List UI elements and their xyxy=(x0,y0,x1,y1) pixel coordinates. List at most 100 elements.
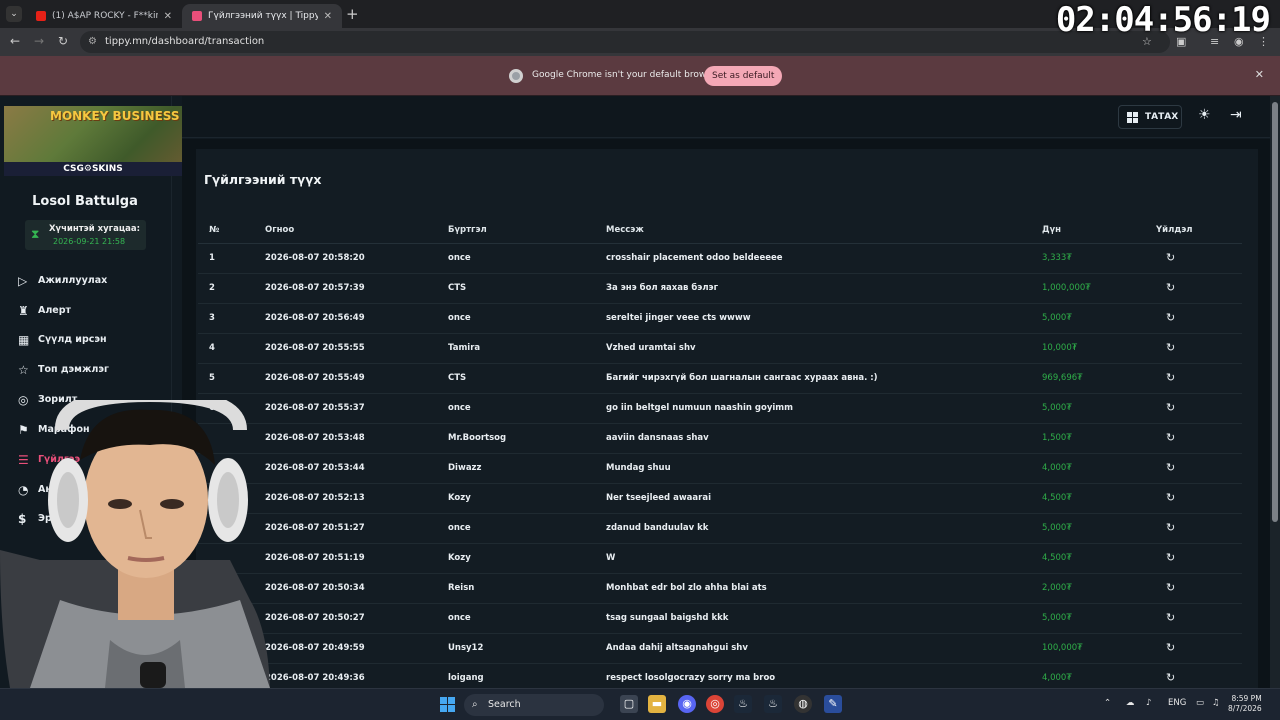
replay-alert-icon[interactable]: ↻ xyxy=(1166,341,1175,354)
taskbar-date: 8/7/2026 xyxy=(1228,704,1262,713)
replay-alert-icon[interactable]: ↻ xyxy=(1166,371,1175,384)
close-infobar-icon[interactable]: ✕ xyxy=(1255,68,1264,81)
subscription-date: 2026-09-21 21:58 xyxy=(53,237,126,246)
replay-alert-icon[interactable]: ↻ xyxy=(1166,281,1175,294)
replay-alert-icon[interactable]: ↻ xyxy=(1166,641,1175,654)
table-row: 1 2026-08-07 20:58:20 once crosshair placem… xyxy=(198,244,1242,274)
page-title: Гүйлгээний түүх xyxy=(204,172,322,187)
row-account: Kozy xyxy=(448,553,471,563)
download-button[interactable]: ТАТАХ xyxy=(1118,105,1182,129)
row-message: За энэ бол яахав бэлэг xyxy=(606,283,719,293)
replay-alert-icon[interactable]: ↻ xyxy=(1166,461,1175,474)
file-explorer-icon[interactable]: ▬ xyxy=(648,695,666,713)
sidebar-item-recent[interactable]: ▦ Сүүлд ирсэн xyxy=(18,330,107,350)
column-header-account[interactable]: Бүртгэл xyxy=(448,225,487,235)
row-message: Andaa dahij altsagnahgui shv xyxy=(606,643,748,653)
sidebar-item-label: Сүүлд ирсэн xyxy=(38,334,107,345)
discord-icon[interactable]: ◉ xyxy=(678,695,696,713)
column-header-message: Мессэж xyxy=(606,225,644,235)
theme-toggle-sun-icon[interactable]: ☀ xyxy=(1198,107,1211,123)
column-header-action: Үйлдэл xyxy=(1156,225,1193,235)
taskbar-time: 8:59 PM xyxy=(1231,694,1262,703)
row-amount: 5,000₮ xyxy=(1042,613,1072,623)
column-header-amount[interactable]: Дүн xyxy=(1042,225,1061,235)
taskbar-clock[interactable]: 8:59 PM 8/7/2026 xyxy=(1228,694,1262,714)
row-date: 2026-08-07 20:56:49 xyxy=(265,313,365,323)
row-message: crosshair placement odoo beldeeeee xyxy=(606,253,783,263)
browser-tab[interactable]: (1) A$AP ROCKY - F**kin' Probl... ✕ xyxy=(26,4,182,28)
row-message: W xyxy=(606,553,616,563)
table-row: 2026-08-07 20:53:48 Mr.Boortsog aaviin dan… xyxy=(198,424,1242,454)
replay-alert-icon[interactable]: ↻ xyxy=(1166,551,1175,564)
replay-alert-icon[interactable]: ↻ xyxy=(1166,611,1175,624)
address-bar[interactable]: ⚙ tippy.mn/dashboard/transaction xyxy=(80,31,1170,53)
row-number: 1 xyxy=(209,253,215,263)
main-content: Гүйлгээний түүх № Огноо Бүртгэл Мессэж Д… xyxy=(182,139,1270,694)
scrollbar-thumb[interactable] xyxy=(1272,102,1278,522)
app-icon[interactable]: ✎ xyxy=(824,695,842,713)
url-text: tippy.mn/dashboard/transaction xyxy=(105,36,265,47)
table-row: 2026-08-07 20:52:13 Kozy Ner tseejleed awa… xyxy=(198,484,1242,514)
row-account: once xyxy=(448,613,471,623)
volume-icon[interactable]: ♫ xyxy=(1212,698,1220,708)
chrome-icon[interactable]: ◎ xyxy=(706,695,724,713)
steam-alt-icon[interactable]: ♨ xyxy=(764,695,782,713)
reload-icon[interactable]: ↻ xyxy=(58,34,68,48)
search-placeholder: Search xyxy=(488,699,521,710)
sidebar-item-top-support[interactable]: ☆ Топ дэмжлэг xyxy=(18,360,109,380)
windows-taskbar: ⌕ Search ▢ ▬ ◉ ◎ ♨ ♨ ◍ ✎ ⌃ ☁ ♪ ENG ▭ ♫ 8… xyxy=(0,688,1280,720)
row-amount: 5,000₮ xyxy=(1042,523,1072,533)
row-amount: 100,000₮ xyxy=(1042,643,1083,653)
taskbar-search[interactable]: ⌕ Search xyxy=(464,694,604,716)
row-account: Reisn xyxy=(448,583,475,593)
table-row: 4 2026-08-07 20:55:55 Tamira Vzhed uramtai … xyxy=(198,334,1242,364)
forward-icon[interactable]: → xyxy=(34,34,44,48)
task-view-icon[interactable]: ▢ xyxy=(620,695,638,713)
replay-alert-icon[interactable]: ↻ xyxy=(1166,671,1175,684)
table-row: 2026-08-07 20:50:27 once tsag sungaal baig… xyxy=(198,604,1242,634)
logout-icon[interactable]: ⇥ xyxy=(1230,107,1242,123)
replay-alert-icon[interactable]: ↻ xyxy=(1166,431,1175,444)
page-scrollbar[interactable] xyxy=(1270,96,1280,688)
tray-chevron-icon[interactable]: ⌃ xyxy=(1104,698,1111,708)
browser-tab-active[interactable]: Гүйлгээний түүх | Tippy.mn ✕ xyxy=(182,4,342,28)
replay-alert-icon[interactable]: ↻ xyxy=(1166,581,1175,594)
table-row: 2026-08-07 20:51:19 Kozy W 4,500₮ ↻ xyxy=(198,544,1242,574)
windows-icon xyxy=(1127,112,1138,123)
microphone-icon[interactable]: ♪ xyxy=(1146,698,1151,708)
replay-alert-icon[interactable]: ↻ xyxy=(1166,251,1175,264)
replay-alert-icon[interactable]: ↻ xyxy=(1166,491,1175,504)
replay-alert-icon[interactable]: ↻ xyxy=(1166,521,1175,534)
obs-icon[interactable]: ◍ xyxy=(794,695,812,713)
row-account: CTS xyxy=(448,373,467,383)
close-tab-icon[interactable]: ✕ xyxy=(324,11,332,22)
replay-alert-icon[interactable]: ↻ xyxy=(1166,401,1175,414)
row-message: Ner tseejleed awaarai xyxy=(606,493,711,503)
replay-alert-icon[interactable]: ↻ xyxy=(1166,311,1175,324)
cloud-icon[interactable]: ☁ xyxy=(1126,698,1135,708)
network-icon[interactable]: ▭ xyxy=(1196,698,1204,708)
row-account: Tamira xyxy=(448,343,481,353)
search-icon: ⌕ xyxy=(472,699,478,710)
banner-title: MONKEY BUSINESS xyxy=(50,109,180,123)
site-info-icon[interactable]: ⚙ xyxy=(88,31,97,53)
steam-icon[interactable]: ♨ xyxy=(734,695,752,713)
new-tab-icon[interactable]: + xyxy=(346,5,359,23)
row-date: 2026-08-07 20:55:55 xyxy=(265,343,365,353)
row-message: Monhbat edr bol zlo ahha blai ats xyxy=(606,583,767,593)
column-header-date[interactable]: Огноо xyxy=(265,225,294,235)
subscription-box: ⧗ Хүчинтэй хугацаа: 2026-09-21 21:58 xyxy=(25,220,146,250)
row-message: aaviin dansnaas shav xyxy=(606,433,709,443)
start-windows-icon[interactable] xyxy=(440,697,455,712)
sidebar-item-run[interactable]: ▷ Ажиллуулах xyxy=(18,271,107,291)
language-indicator[interactable]: ENG xyxy=(1168,698,1186,708)
close-tab-icon[interactable]: ✕ xyxy=(164,11,172,22)
row-number: 4 xyxy=(209,343,215,353)
tab-search-icon[interactable]: ⌄ xyxy=(6,6,22,22)
tippy-icon xyxy=(192,11,202,21)
table-row: 6 2026-08-07 20:55:37 once go iin beltgel n… xyxy=(198,394,1242,424)
back-icon[interactable]: ← xyxy=(10,34,20,48)
row-date: 2026-08-07 20:58:20 xyxy=(265,253,365,263)
sidebar-item-alert[interactable]: ♜ Алерт xyxy=(18,301,71,321)
set-as-default-button[interactable]: Set as default xyxy=(704,66,783,86)
